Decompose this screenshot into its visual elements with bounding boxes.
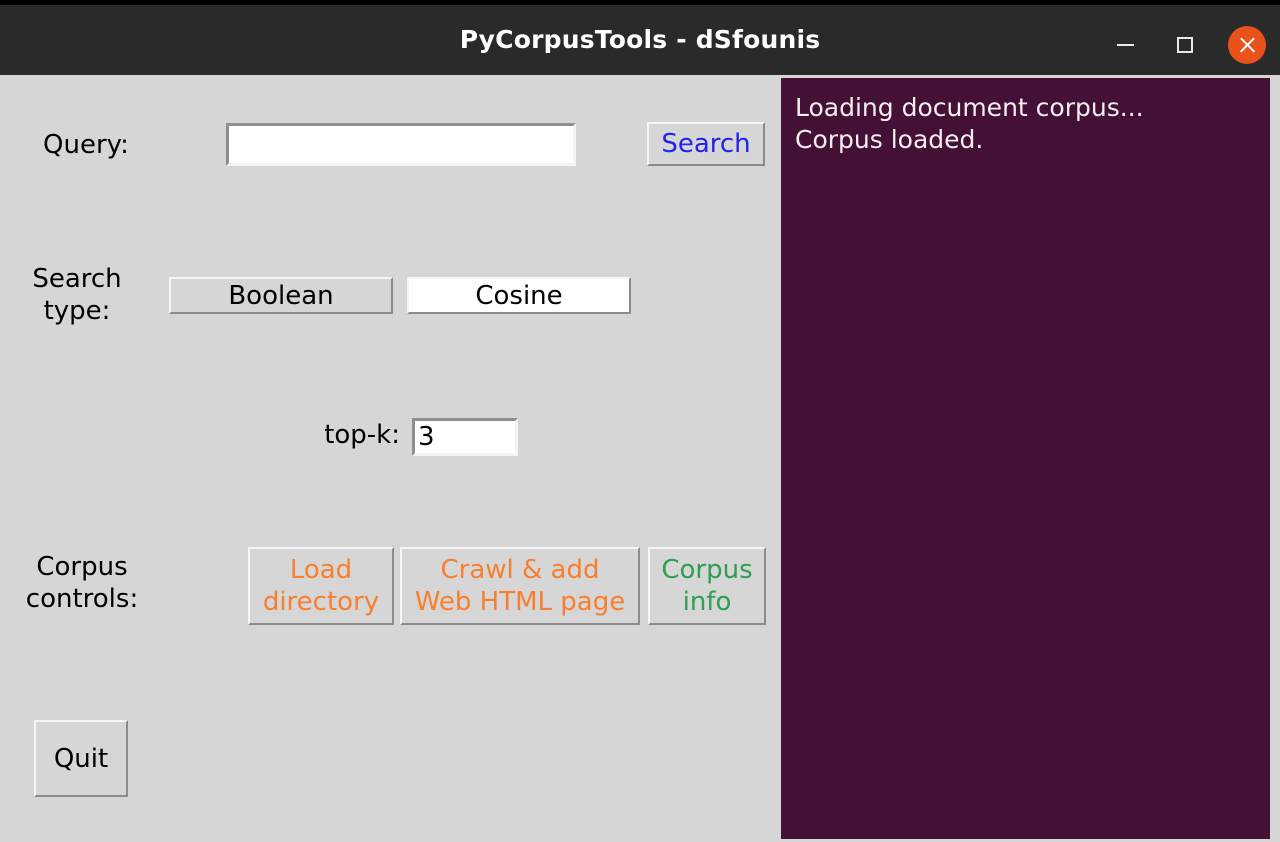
corpus-controls-label-line2: controls: <box>25 584 139 614</box>
search-type-label-line1: Search <box>32 264 122 294</box>
close-button[interactable] <box>1228 26 1266 64</box>
search-type-label: Search type: <box>16 263 138 327</box>
search-button[interactable]: Search <box>647 122 765 166</box>
crawl-button-line2: Web HTML page <box>414 587 626 617</box>
window-controls <box>1108 10 1266 80</box>
crawl-add-web-html-page-button[interactable]: Crawl & add Web HTML page <box>400 547 640 625</box>
corpus-info-button-line1: Corpus <box>661 555 753 585</box>
corpus-info-button[interactable]: Corpus info <box>648 547 766 625</box>
corpus-info-button-line2: info <box>682 587 732 617</box>
query-input[interactable] <box>226 123 576 166</box>
corpus-controls-label-line1: Corpus <box>36 552 128 582</box>
crawl-button-line1: Crawl & add <box>440 555 600 585</box>
client-area: Query: Search Search type: Boolean Cosin… <box>0 75 1280 842</box>
form-pane: Query: Search Search type: Boolean Cosin… <box>0 75 781 842</box>
load-directory-button-line2: directory <box>262 587 380 617</box>
application-window: PyCorpusTools - dSfounis Query: Search S… <box>0 0 1280 842</box>
window-title: PyCorpusTools - dSfounis <box>459 25 821 54</box>
load-directory-button[interactable]: Load directory <box>248 547 394 625</box>
title-bar[interactable]: PyCorpusTools - dSfounis <box>0 0 1280 75</box>
load-directory-button-line1: Load <box>289 555 353 585</box>
maximize-icon <box>1177 37 1193 53</box>
search-type-option-cosine[interactable]: Cosine <box>407 277 631 314</box>
search-type-label-line2: type: <box>43 296 111 326</box>
top-k-input[interactable]: 3 <box>412 418 518 456</box>
close-icon <box>1238 36 1257 55</box>
top-k-input-value: 3 <box>418 422 435 452</box>
minimize-icon <box>1116 44 1134 46</box>
query-label: Query: <box>43 130 129 160</box>
quit-button[interactable]: Quit <box>34 720 128 797</box>
corpus-controls-label: Corpus controls: <box>8 551 156 615</box>
top-k-label: top-k: <box>324 420 400 450</box>
search-type-option-boolean[interactable]: Boolean <box>169 277 393 314</box>
maximize-button[interactable] <box>1168 28 1202 62</box>
log-pane[interactable]: Loading document corpus... Corpus loaded… <box>781 78 1270 839</box>
minimize-button[interactable] <box>1108 28 1142 62</box>
log-output: Loading document corpus... Corpus loaded… <box>795 93 1144 154</box>
